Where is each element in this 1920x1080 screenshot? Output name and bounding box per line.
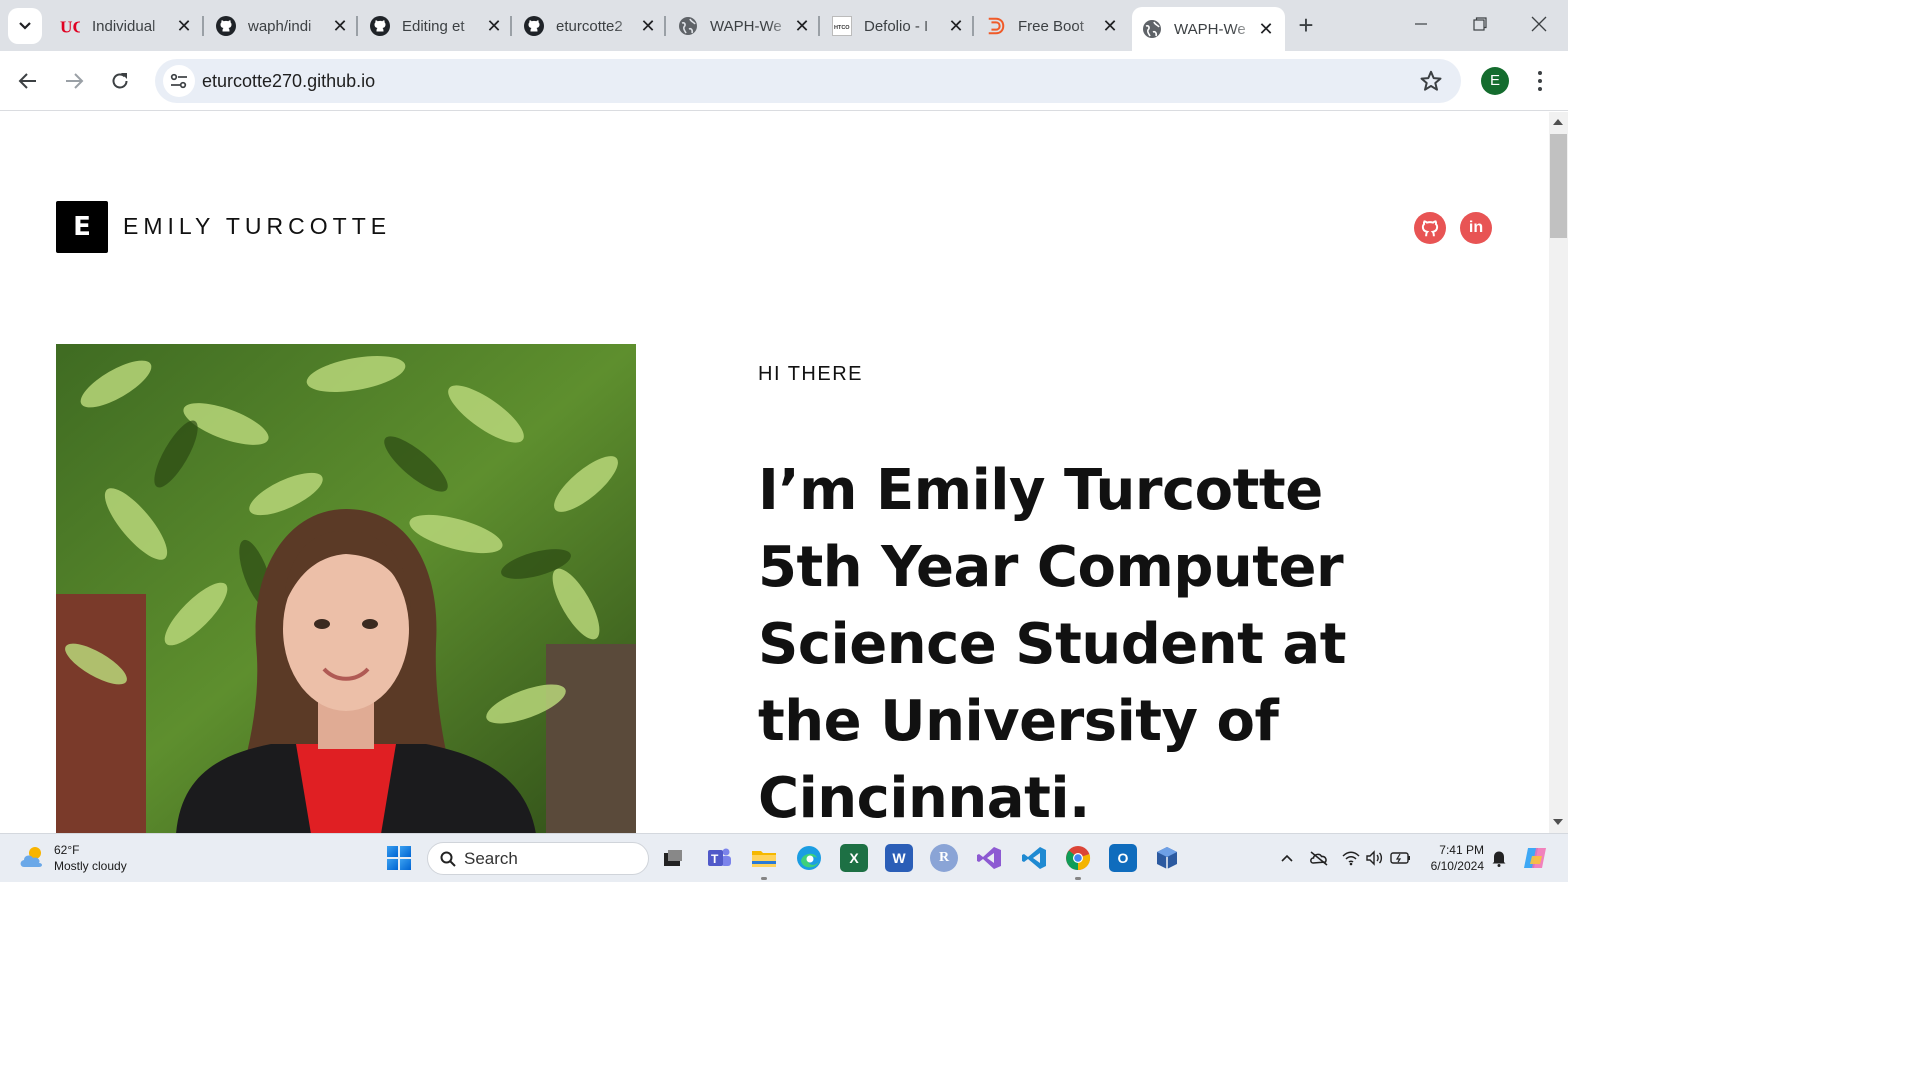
copilot-icon[interactable] [1522, 844, 1550, 872]
visual-studio-icon[interactable] [975, 844, 1003, 872]
tab-8-active[interactable]: WAPH-We ✕ [1132, 7, 1285, 51]
forward-button[interactable] [59, 66, 89, 96]
tab-6[interactable]: HTCO Defolio - I ✕ [822, 7, 975, 45]
vscode-icon[interactable] [1020, 844, 1048, 872]
profile-avatar[interactable]: E [1481, 67, 1509, 95]
tab-4[interactable]: eturcotte2 ✕ [514, 7, 667, 45]
tab-5[interactable]: WAPH-We ✕ [668, 7, 821, 45]
close-icon[interactable]: ✕ [947, 17, 965, 35]
close-icon[interactable]: ✕ [331, 17, 349, 35]
file-explorer-icon[interactable] [750, 844, 778, 872]
virtualbox-icon[interactable] [1153, 844, 1181, 872]
task-view-icon[interactable] [659, 844, 687, 872]
close-icon[interactable]: ✕ [1101, 17, 1119, 35]
github-icon [216, 16, 236, 36]
search-icon [440, 851, 456, 867]
svg-text:UC: UC [60, 17, 80, 36]
minimize-button[interactable] [1409, 12, 1433, 36]
site-settings-icon[interactable] [163, 65, 195, 97]
linkedin-link[interactable]: in [1460, 212, 1492, 244]
reload-icon [112, 73, 128, 89]
onedrive-offline-icon[interactable] [1309, 848, 1329, 868]
close-window-button[interactable] [1527, 12, 1551, 36]
intro-eyebrow: HI THERE [758, 363, 863, 385]
svg-text:HTCO: HTCO [834, 25, 850, 31]
globe-icon [1142, 19, 1162, 39]
reload-button[interactable] [105, 66, 135, 96]
github-icon [1421, 220, 1439, 237]
r-icon[interactable]: R [930, 844, 958, 872]
volume-icon[interactable] [1365, 848, 1385, 868]
scrollbar-thumb[interactable] [1550, 134, 1567, 238]
browser-menu-button[interactable] [1530, 68, 1550, 94]
close-icon[interactable]: ✕ [639, 17, 657, 35]
weather-condition: Mostly cloudy [54, 859, 127, 873]
scroll-up-arrow-icon[interactable] [1553, 119, 1563, 125]
page-viewport: E EMILY TURCOTTE in HI THERE I’m Emily T… [0, 112, 1549, 833]
tab-strip: UC Individual ✕ waph/indi ✕ Editing et ✕… [0, 0, 1568, 51]
tab-search-button[interactable] [8, 8, 42, 44]
clock-date: 6/10/2024 [1430, 859, 1484, 873]
excel-icon[interactable]: X [840, 844, 868, 872]
cloudy-weather-icon [20, 847, 42, 867]
weather-temp: 62°F [54, 843, 80, 857]
system-clock[interactable]: 7:41 PM 6/10/2024 [1424, 842, 1484, 874]
restore-icon [1473, 17, 1487, 31]
restore-button[interactable] [1468, 12, 1492, 36]
bootstrap-d-icon [986, 16, 1006, 36]
github-icon [524, 16, 544, 36]
browser-toolbar: eturcotte270.github.io E [0, 51, 1568, 111]
profile-photo [56, 344, 636, 833]
uc-logo-icon: UC [60, 16, 80, 36]
github-icon [370, 16, 390, 36]
windows-taskbar: 62°F Mostly cloudy Search T X W R O 7:41… [0, 833, 1568, 882]
close-icon [1531, 16, 1547, 32]
close-icon[interactable]: ✕ [1257, 20, 1275, 38]
hero-headline: I’m Emily Turcotte 5th Year Computer Sci… [758, 458, 1346, 831]
notification-bell-icon[interactable] [1489, 848, 1509, 868]
chevron-down-icon [19, 22, 31, 30]
close-icon[interactable]: ✕ [175, 17, 193, 35]
close-icon[interactable]: ✕ [485, 17, 503, 35]
scroll-down-arrow-icon[interactable] [1553, 819, 1563, 825]
arrow-right-icon [66, 73, 84, 89]
url-text[interactable]: eturcotte270.github.io [202, 71, 375, 92]
arrow-left-icon [18, 73, 36, 89]
outlook-new-icon[interactable]: O [1109, 844, 1137, 872]
site-name[interactable]: EMILY TURCOTTE [123, 213, 391, 240]
search-placeholder: Search [464, 848, 518, 868]
minimize-icon [1415, 23, 1427, 25]
word-icon[interactable]: W [885, 844, 913, 872]
tab-2[interactable]: waph/indi ✕ [206, 7, 359, 45]
site-logo[interactable]: E [56, 201, 108, 253]
teams-icon[interactable]: T [705, 844, 733, 872]
start-button[interactable] [387, 846, 411, 870]
svg-text:T: T [711, 852, 719, 866]
wifi-icon[interactable] [1341, 848, 1361, 868]
new-tab-button[interactable]: + [1293, 12, 1319, 39]
taskbar-search[interactable]: Search [427, 842, 649, 875]
battery-icon[interactable] [1390, 848, 1410, 868]
address-bar[interactable]: eturcotte270.github.io [155, 59, 1461, 103]
github-link[interactable] [1414, 212, 1446, 244]
clock-time: 7:41 PM [1439, 843, 1484, 857]
tab-3[interactable]: Editing et ✕ [360, 7, 513, 45]
chrome-icon[interactable] [1064, 844, 1092, 872]
tab-1[interactable]: UC Individual ✕ [50, 7, 203, 45]
htco-icon: HTCO [832, 16, 852, 36]
linkedin-icon: in [1468, 219, 1484, 236]
globe-icon [678, 16, 698, 36]
tab-7[interactable]: Free Boot ✕ [976, 7, 1129, 45]
back-button[interactable] [13, 66, 43, 96]
bookmark-star-icon[interactable] [1419, 69, 1443, 93]
tray-expand-chevron-icon[interactable] [1277, 848, 1297, 868]
close-icon[interactable]: ✕ [793, 17, 811, 35]
edge-icon[interactable] [795, 844, 823, 872]
weather-widget[interactable]: 62°F Mostly cloudy [18, 842, 127, 874]
